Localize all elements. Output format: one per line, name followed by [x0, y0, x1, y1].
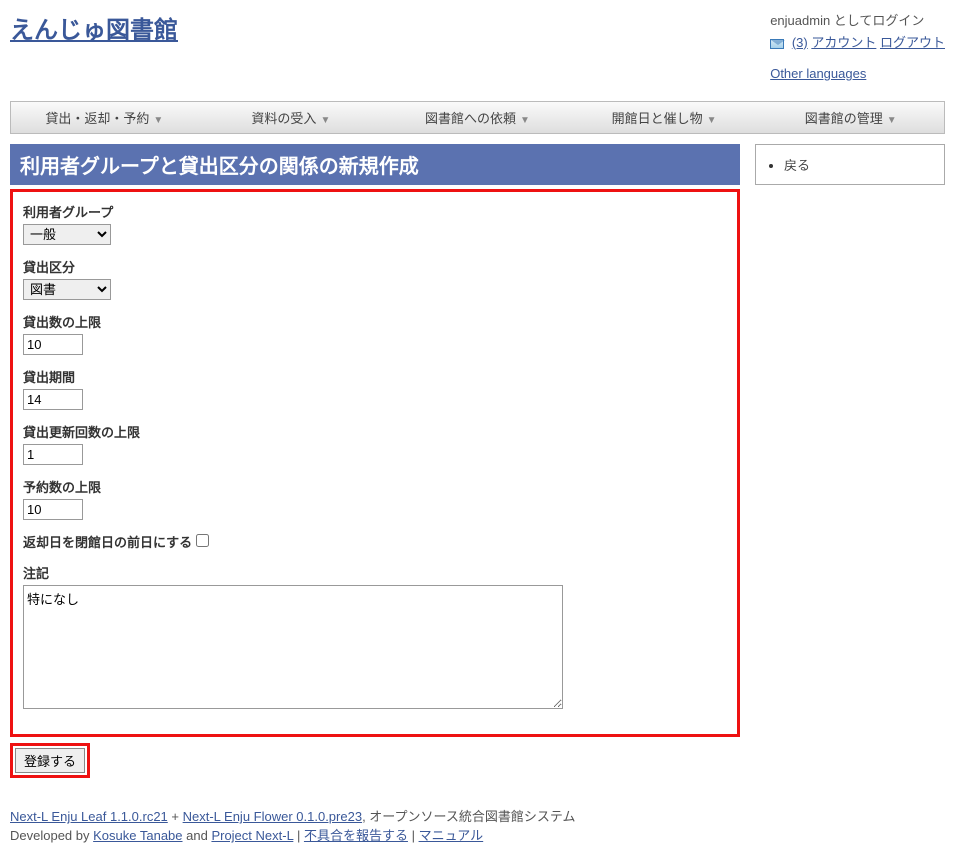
nav-label: 図書館への依頼: [425, 111, 516, 126]
nav-acquisition[interactable]: 資料の受入 ▼: [198, 108, 385, 127]
nav-label: 資料の受入: [251, 111, 316, 126]
login-status: enjuadmin としてログイン: [770, 10, 945, 29]
reserve-limit-input[interactable]: [23, 499, 83, 520]
developer-link[interactable]: Kosuke Tanabe: [93, 828, 182, 843]
note-textarea[interactable]: [23, 585, 563, 709]
checkout-period-input[interactable]: [23, 389, 83, 410]
mail-icon: [770, 39, 784, 49]
nav-label: 貸出・返却・予約: [45, 111, 149, 126]
reserve-limit-label: 予約数の上限: [23, 477, 727, 496]
renewal-limit-label: 貸出更新回数の上限: [23, 422, 727, 441]
checkout-period-label: 貸出期間: [23, 367, 727, 386]
logout-link[interactable]: ログアウト: [880, 35, 945, 50]
report-link[interactable]: 不具合を報告する: [304, 828, 408, 843]
other-languages-link[interactable]: Other languages: [770, 66, 866, 81]
checkout-limit-label: 貸出数の上限: [23, 312, 727, 331]
chevron-down-icon: ▼: [153, 115, 163, 126]
renewal-limit-input[interactable]: [23, 444, 83, 465]
footer-text: |: [293, 828, 304, 843]
footer-text: Developed by: [10, 828, 93, 843]
chevron-down-icon: ▼: [520, 115, 530, 126]
page-title: 利用者グループと貸出区分の関係の新規作成: [10, 144, 740, 185]
nav-request[interactable]: 図書館への依頼 ▼: [384, 108, 571, 127]
flower-version-link[interactable]: Next-L Enju Flower 0.1.0.pre23: [183, 809, 362, 824]
main-content: 利用者グループと貸出区分の関係の新規作成 利用者グループ 一般 貸出区分 図書 …: [10, 144, 740, 778]
sidebar: 戻る: [755, 144, 945, 778]
chevron-down-icon: ▼: [320, 115, 330, 126]
manual-link[interactable]: マニュアル: [419, 828, 484, 843]
checkout-type-label: 貸出区分: [23, 257, 727, 276]
submit-button[interactable]: 登録する: [15, 748, 85, 773]
message-count-link[interactable]: (3): [792, 35, 808, 50]
footer-text: , オープンソース統合図書館システム: [362, 809, 575, 824]
back-link[interactable]: 戻る: [784, 158, 810, 173]
site-title-link[interactable]: えんじゅ図書館: [10, 17, 178, 44]
user-group-label: 利用者グループ: [23, 202, 727, 221]
account-link[interactable]: アカウント: [811, 35, 876, 50]
checkout-type-select[interactable]: 図書: [23, 279, 111, 300]
project-link[interactable]: Project Next-L: [211, 828, 293, 843]
due-before-closed-label: 返却日を閉館日の前日にする: [23, 535, 192, 550]
form-area: 利用者グループ 一般 貸出区分 図書 貸出数の上限 貸出期間 貸出更新回数の上限: [10, 189, 740, 737]
checkout-limit-input[interactable]: [23, 334, 83, 355]
footer: Next-L Enju Leaf 1.1.0.rc21 + Next-L Enj…: [10, 806, 945, 844]
nav-label: 開館日と催し物: [612, 111, 703, 126]
submit-highlight: 登録する: [10, 743, 90, 778]
nav-checkout[interactable]: 貸出・返却・予約 ▼: [11, 108, 198, 127]
nav-admin[interactable]: 図書館の管理 ▼: [757, 108, 944, 127]
chevron-down-icon: ▼: [707, 115, 717, 126]
navbar: 貸出・返却・予約 ▼ 資料の受入 ▼ 図書館への依頼 ▼ 開館日と催し物 ▼ 図書館の管…: [10, 101, 945, 134]
chevron-down-icon: ▼: [887, 115, 897, 126]
note-label: 注記: [23, 563, 727, 582]
footer-text: +: [168, 809, 183, 824]
list-item: 戻る: [784, 155, 934, 174]
due-before-closed-checkbox[interactable]: [196, 534, 209, 547]
nav-label: 図書館の管理: [805, 111, 883, 126]
header: えんじゅ図書館 enjuadmin としてログイン (3) アカウント ログアウ…: [10, 10, 945, 81]
footer-text: |: [408, 828, 419, 843]
nav-calendar[interactable]: 開館日と催し物 ▼: [571, 108, 758, 127]
site-title: えんじゅ図書館: [10, 10, 178, 45]
footer-text: and: [183, 828, 212, 843]
user-group-select[interactable]: 一般: [23, 224, 111, 245]
leaf-version-link[interactable]: Next-L Enju Leaf 1.1.0.rc21: [10, 809, 168, 824]
